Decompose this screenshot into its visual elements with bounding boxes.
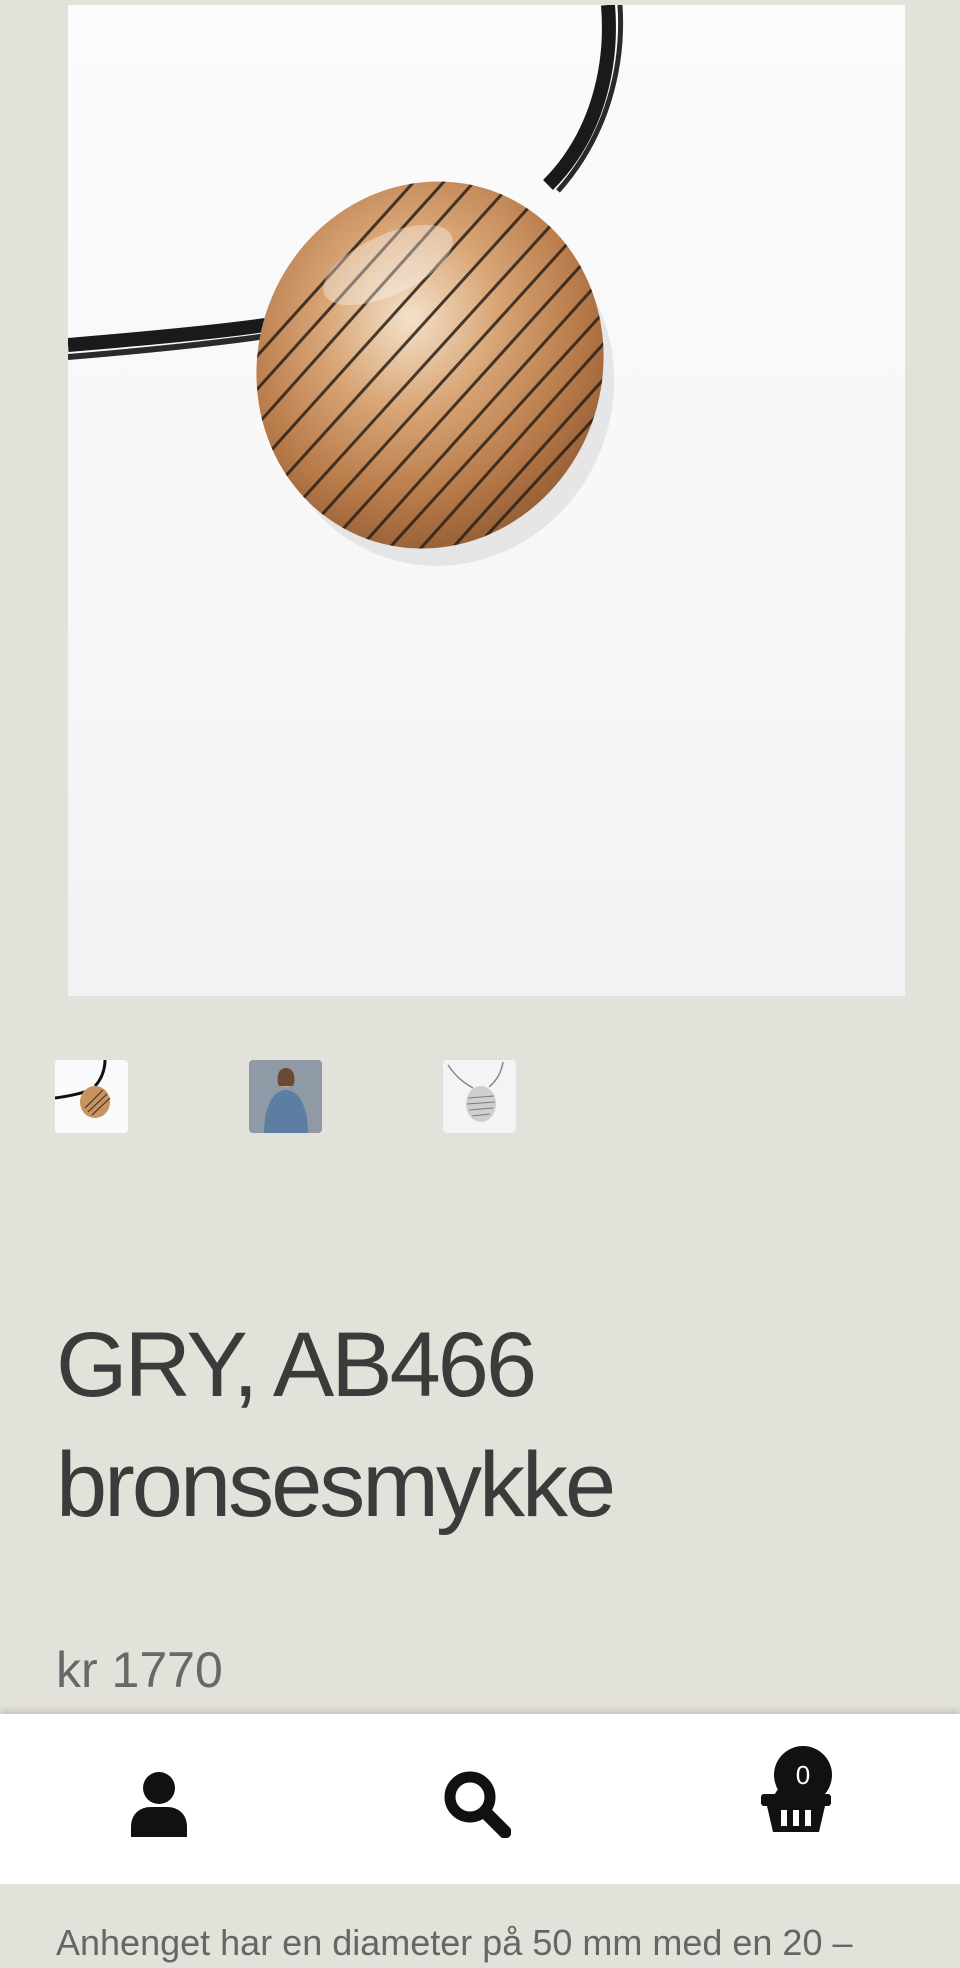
product-price: kr 1770 bbox=[56, 1642, 223, 1698]
cart-count-badge: 0 bbox=[774, 1746, 832, 1804]
search-icon bbox=[444, 1771, 511, 1838]
thumbnail-silver-pendant[interactable] bbox=[443, 1060, 516, 1133]
product-title-line-1: GRY, AB466 bbox=[56, 1314, 537, 1416]
user-icon bbox=[131, 1772, 187, 1837]
product-main-image[interactable] bbox=[68, 5, 905, 996]
product-title: GRY, AB466 bronsesmykke bbox=[56, 1305, 916, 1545]
product-title-line-2: bronsesmykke bbox=[56, 1434, 616, 1536]
product-description: Anhenget har en diameter på 50 mm med en… bbox=[56, 1922, 853, 1963]
search-button[interactable] bbox=[437, 1764, 517, 1844]
thumbnail-bronze-pendant[interactable] bbox=[55, 1060, 128, 1133]
thumbnail-strip bbox=[0, 1060, 960, 1134]
account-button[interactable] bbox=[119, 1764, 199, 1844]
thumbnail-model-photo[interactable] bbox=[249, 1060, 322, 1133]
